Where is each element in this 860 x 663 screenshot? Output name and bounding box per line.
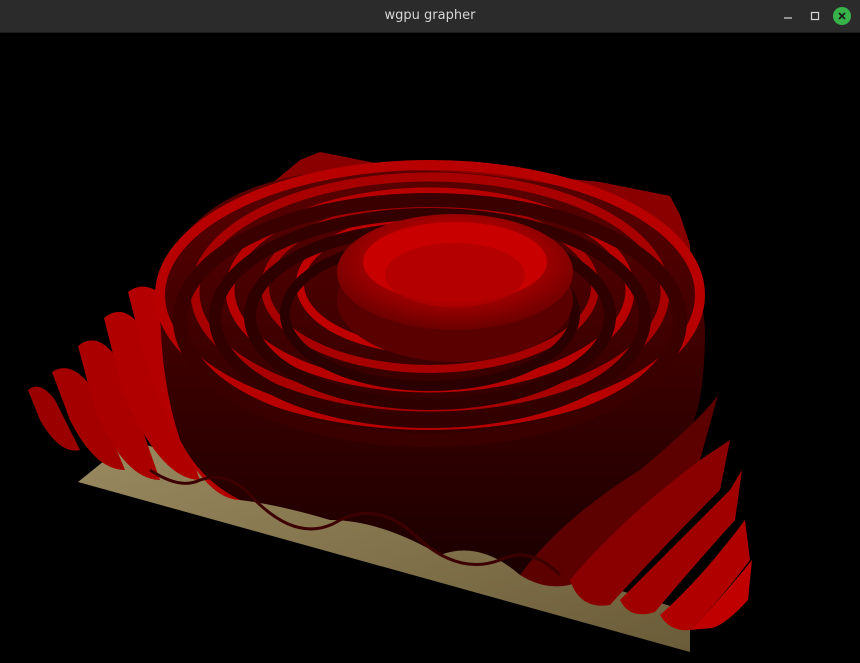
close-icon bbox=[838, 12, 846, 20]
close-button[interactable] bbox=[833, 7, 851, 25]
surface-plot-canvas bbox=[0, 33, 860, 663]
title-bar[interactable]: wgpu grapher bbox=[0, 0, 860, 33]
render-viewport[interactable] bbox=[0, 33, 860, 663]
minimize-icon bbox=[784, 17, 792, 19]
maximize-button[interactable] bbox=[806, 7, 824, 25]
maximize-icon bbox=[810, 11, 820, 21]
window-title: wgpu grapher bbox=[384, 8, 476, 23]
central-dome bbox=[337, 214, 573, 362]
app-window: wgpu grapher bbox=[0, 0, 860, 663]
minimize-button[interactable] bbox=[779, 7, 797, 25]
